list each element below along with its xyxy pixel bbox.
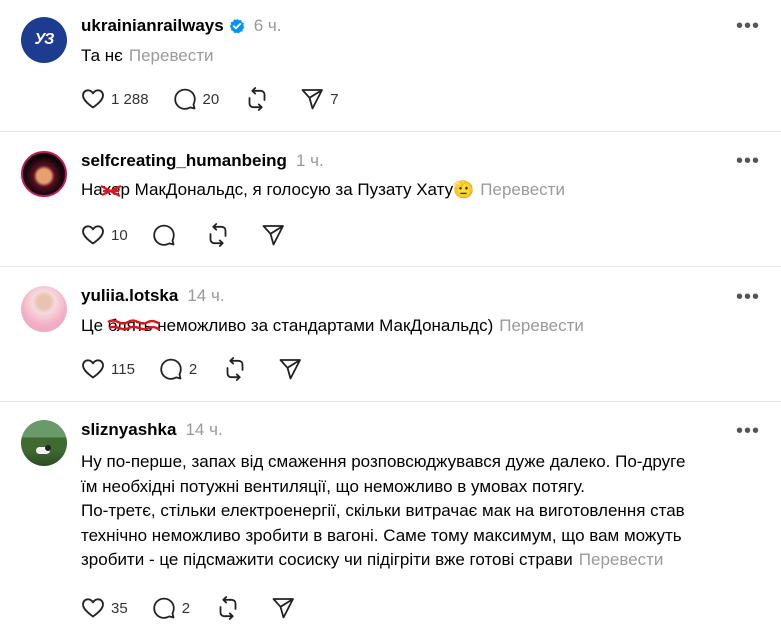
post-time: 6 ч.: [253, 16, 282, 35]
like-button[interactable]: 115: [81, 357, 135, 381]
username[interactable]: sliznyashka: [81, 420, 176, 440]
reply-button[interactable]: 2: [152, 596, 190, 620]
share-button[interactable]: [261, 223, 285, 247]
share-count: 7: [330, 90, 339, 108]
post-body: Нахер МакДональдс, я голосую за Пузату Х…: [81, 180, 475, 199]
username[interactable]: ukrainianrailways: [81, 16, 224, 36]
post-text: Нахер МакДональдс, я голосую за Пузату Х…: [81, 178, 761, 203]
heart-icon: [82, 89, 104, 109]
send-icon: [301, 89, 324, 110]
post-header: ukrainianrailways 6 ч.: [81, 16, 281, 36]
heart-icon: [82, 598, 104, 618]
comment-icon: [160, 358, 182, 380]
post-time: 14 ч.: [187, 286, 225, 305]
username[interactable]: selfcreating_humanbeing: [81, 151, 287, 171]
post-text: Це блять неможливо за стандартами МакДон…: [81, 314, 761, 339]
post-actions: 115 2: [81, 357, 302, 381]
reply-button[interactable]: 20: [173, 87, 220, 111]
repost-button[interactable]: [216, 596, 240, 620]
reply-count: 20: [202, 90, 220, 108]
share-button[interactable]: [278, 357, 302, 381]
repost-button[interactable]: [245, 87, 269, 111]
heart-icon: [82, 359, 104, 379]
username[interactable]: yuliia.lotska: [81, 286, 178, 306]
verified-badge-icon: [229, 18, 245, 34]
comment-icon: [173, 88, 196, 110]
repost-button[interactable]: [223, 357, 247, 381]
repost-button[interactable]: [206, 223, 230, 247]
avatar-dog-head-shape: [45, 445, 51, 451]
post-body-line: технічно неможливо зробити в вагоні. Сам…: [81, 525, 682, 545]
share-button[interactable]: [271, 596, 295, 620]
translate-link[interactable]: Перевести: [499, 316, 584, 335]
repost-icon: [209, 223, 227, 247]
post-actions: 35 2: [81, 596, 295, 620]
post-body: Та нє: [81, 46, 123, 65]
more-icon[interactable]: •••: [736, 287, 760, 307]
avatar[interactable]: [21, 151, 67, 197]
post-time: 14 ч.: [185, 420, 223, 439]
post-text: Та нє Перевести: [81, 44, 761, 69]
repost-icon: [248, 87, 266, 111]
send-icon: [262, 225, 284, 246]
divider: [0, 266, 781, 267]
translate-link[interactable]: Перевести: [579, 550, 664, 569]
like-button[interactable]: 10: [81, 223, 128, 247]
send-icon: [279, 359, 302, 380]
avatar[interactable]: [21, 420, 67, 466]
like-count: 35: [111, 599, 128, 617]
like-count: 10: [111, 226, 128, 244]
post-body-line: зробити - це підсмажити сосиску чи підіг…: [81, 550, 573, 569]
post-body-line: Ну по-перше, запах від смаження розповсю…: [81, 452, 686, 471]
avatar[interactable]: УЗ: [21, 17, 67, 63]
post-header: selfcreating_humanbeing 1 ч.: [81, 151, 324, 171]
post-body-line-last: зробити - це підсмажити сосиску чи підіг…: [81, 548, 761, 573]
more-icon[interactable]: •••: [736, 151, 760, 171]
comment-icon: [152, 224, 175, 246]
reply-button[interactable]: 2: [159, 357, 197, 381]
translate-link[interactable]: Перевести: [129, 46, 214, 65]
post-body-line: їм необхідні потужні вентиляції, що немо…: [81, 476, 585, 496]
divider: [0, 401, 781, 402]
avatar[interactable]: [21, 286, 67, 332]
comment-icon: [152, 597, 175, 619]
threads-feed: УЗ ukrainianrailways 6 ч. ••• Та нє Перев…: [0, 0, 781, 634]
send-icon: [272, 598, 294, 619]
scribble-censor-mark: [100, 185, 122, 197]
repost-icon: [226, 357, 244, 381]
more-icon[interactable]: •••: [736, 421, 760, 441]
post-text: Ну по-перше, запах від смаження розповсю…: [81, 450, 761, 573]
post-actions: 10: [81, 223, 285, 247]
repost-icon: [219, 596, 237, 620]
translate-link[interactable]: Перевести: [480, 180, 565, 199]
post-header: sliznyashka 14 ч.: [81, 420, 223, 440]
like-count: 1 288: [111, 90, 149, 108]
like-button[interactable]: 1 288: [81, 87, 149, 111]
divider: [0, 131, 781, 132]
like-button[interactable]: 35: [81, 596, 128, 620]
post-time: 1 ч.: [295, 151, 324, 170]
scribble-censor-mark: [107, 319, 161, 331]
post-body-line: По-третє, стільки електроенергії, скільк…: [81, 501, 685, 520]
post-header: yuliia.lotska 14 ч.: [81, 286, 225, 306]
share-button[interactable]: 7: [300, 87, 339, 111]
more-icon[interactable]: •••: [736, 16, 760, 36]
reply-button[interactable]: [152, 223, 176, 247]
avatar-logo-text: УЗ: [34, 31, 55, 48]
reply-count: 2: [188, 360, 198, 378]
reply-count: 2: [181, 599, 191, 617]
heart-icon: [82, 225, 104, 245]
like-count: 115: [111, 360, 135, 378]
post-actions: 1 288 20 7: [81, 87, 339, 111]
